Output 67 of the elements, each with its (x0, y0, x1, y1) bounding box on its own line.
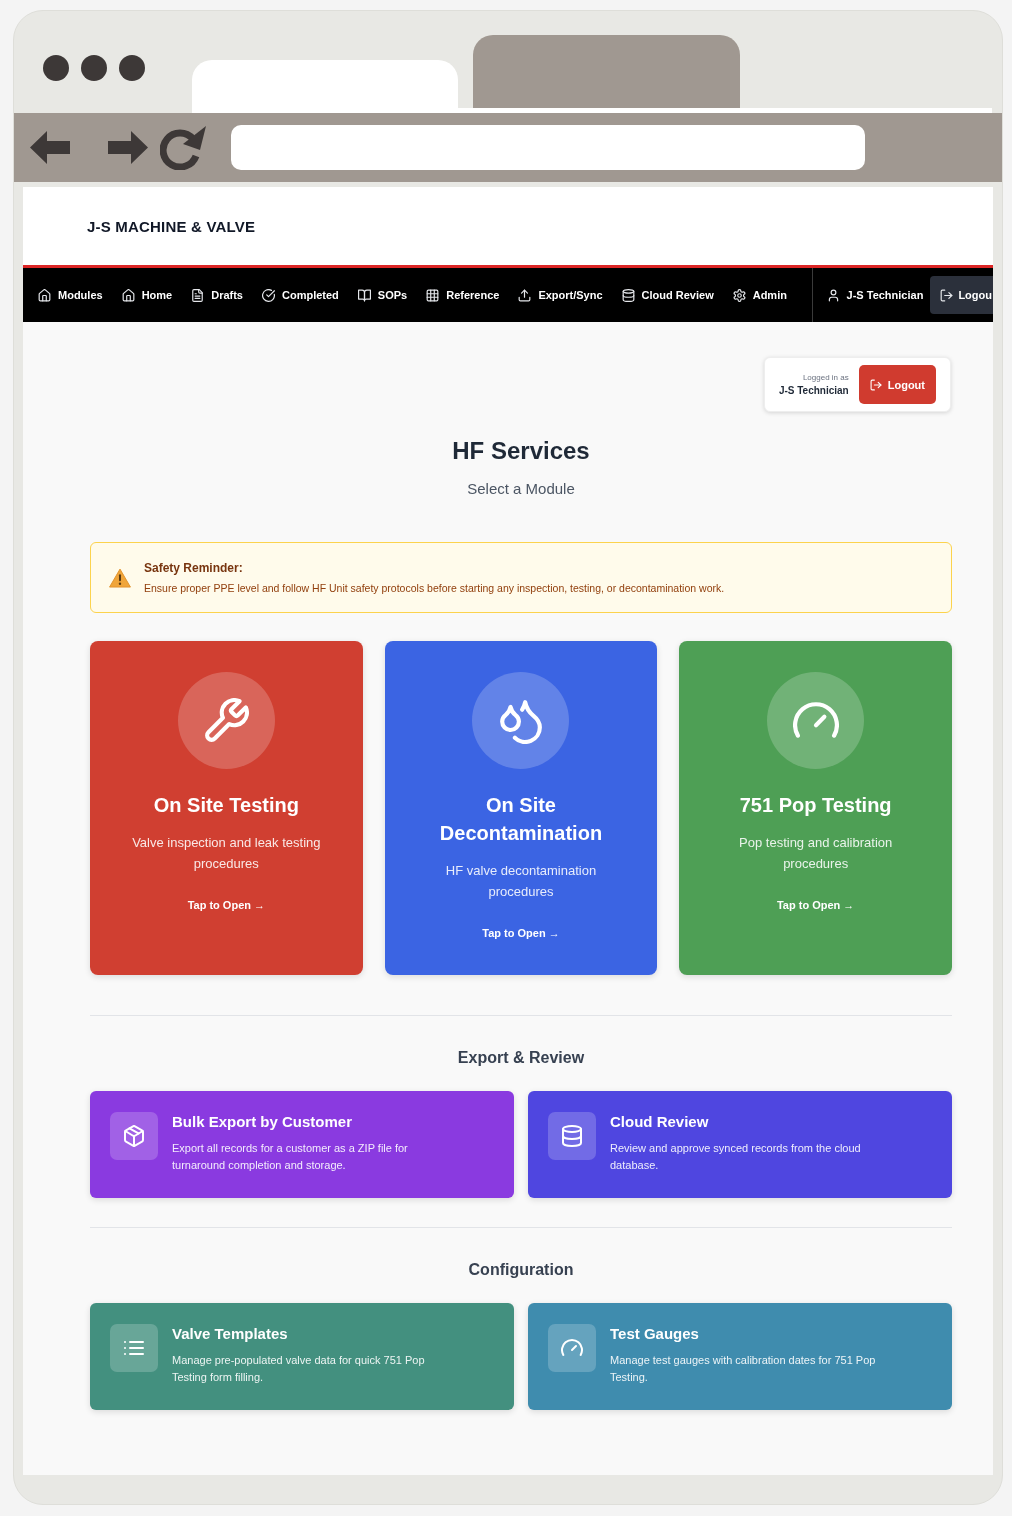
reload-icon[interactable] (160, 125, 206, 170)
window-dot-icon[interactable] (81, 55, 107, 81)
module-card[interactable]: On Site Testing Valve inspection and leak testing procedures Tap to Open → (90, 641, 363, 975)
module-title: 751 Pop Testing (739, 793, 892, 818)
open-prompt: Tap to Open → (187, 898, 266, 913)
feature-card[interactable]: Valve Templates Manage pre-populated valve data for quick 751 Pop Testing form filling. (90, 1303, 514, 1410)
logout-button[interactable]: Logou (930, 276, 993, 314)
database-icon (548, 1112, 596, 1160)
forward-icon[interactable] (108, 131, 148, 164)
card-title: Bulk Export by Customer (172, 1112, 354, 1132)
upload-icon (518, 288, 532, 302)
module-description: Valve inspection and leak testing procedures (131, 834, 322, 873)
user-icon (826, 288, 840, 302)
open-prompt: Tap to Open → (482, 926, 560, 941)
house-icon (38, 288, 51, 302)
open-prompt: Tap to Open → (776, 898, 855, 913)
card-title: Cloud Review (610, 1112, 710, 1132)
warning-icon (109, 567, 131, 588)
page-subtitle: Select a Module (466, 479, 576, 499)
page-title: HF Services (451, 437, 591, 465)
nav-link[interactable]: Admin (732, 288, 787, 302)
feature-card[interactable]: Test Gauges Manage test gauges with calibration dates for 751 Pop Testing. (528, 1303, 952, 1410)
grid-icon (426, 288, 440, 302)
nav-link[interactable]: Home (121, 288, 173, 302)
user-name: J-S Technician (778, 385, 849, 396)
nav-link[interactable]: Export/Sync (518, 288, 603, 302)
module-description: Pop testing and calibration procedures (738, 834, 894, 873)
module-title: On Site Decontamination (438, 793, 604, 846)
house-icon (121, 288, 135, 302)
nav-link[interactable]: Modules (38, 288, 103, 302)
nav-link[interactable]: Reference (426, 288, 500, 302)
window-dot-icon[interactable] (43, 55, 69, 81)
card-description: Export all records for a customer as a ZIP file for turnaround completion and storage. (172, 1141, 409, 1173)
logout-icon (869, 378, 882, 391)
section-heading: Configuration (467, 1260, 575, 1280)
window-dot-icon[interactable] (119, 55, 145, 81)
check-circle-icon (262, 288, 275, 302)
database-icon (621, 288, 635, 302)
card-title: Test Gauges (610, 1324, 700, 1344)
back-icon[interactable] (30, 131, 70, 164)
logout-button[interactable]: Logout (858, 365, 936, 404)
feature-card[interactable]: Cloud Review Review and approve synced records from the cloud database. (528, 1091, 952, 1198)
document-icon (191, 288, 205, 302)
nav-link[interactable]: SOPs (357, 288, 408, 302)
nav-link[interactable]: Completed (262, 288, 339, 302)
card-description: Review and approve synced records from the cloud database. (610, 1141, 862, 1173)
module-description: HF valve decontamination procedures (444, 862, 598, 901)
section-heading: Export & Review (456, 1048, 586, 1068)
logout-icon (940, 288, 954, 302)
feature-card[interactable]: Bulk Export by Customer Export all records for a customer as a ZIP file for turnaround completion and storage. (90, 1091, 514, 1198)
notice-text: Ensure proper PPE level and follow HF Unit safety protocols before starting any inspection, testing, or decontamination work. (144, 582, 725, 594)
card-description: Manage test gauges with calibration dates for 751 Pop Testing. (610, 1353, 877, 1385)
notice-title: Safety Reminder: (144, 561, 244, 575)
brand-name: J-S MACHINE & VALVE (87, 217, 256, 235)
nav-link[interactable]: Cloud Review (621, 288, 714, 302)
card-title: Valve Templates (172, 1324, 289, 1344)
module-title: On Site Testing (153, 793, 299, 818)
card-description: Manage pre-populated valve data for quick 751 Pop Testing form filling. (172, 1353, 426, 1385)
settings-icon (732, 288, 746, 302)
book-icon (357, 288, 371, 302)
module-card[interactable]: On Site Decontamination HF valve decontamination procedures Tap to Open → (384, 641, 658, 975)
user-name: J-S Technician (846, 289, 924, 301)
nav-link[interactable]: Drafts (191, 288, 243, 302)
list-icon (110, 1324, 158, 1372)
gauge-icon (548, 1324, 596, 1372)
box-icon (110, 1112, 158, 1160)
session-caption: Logged in as (802, 373, 849, 382)
